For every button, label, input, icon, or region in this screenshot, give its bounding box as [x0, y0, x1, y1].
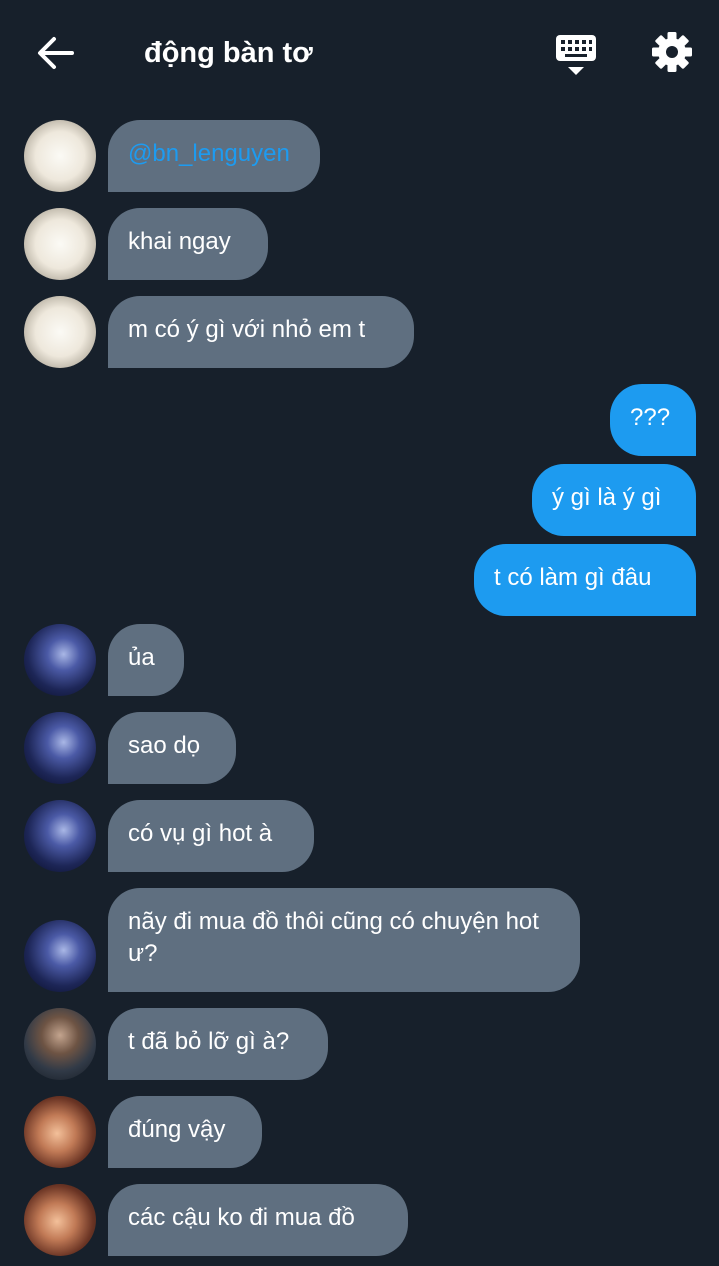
mention-link[interactable]: @bn_lenguyen: [128, 140, 290, 167]
message-bubble[interactable]: sao dọ: [108, 712, 236, 784]
avatar[interactable]: [24, 624, 96, 696]
arrow-left-icon: [38, 37, 74, 69]
message-text: t đã bỏ lỡ gì à?: [128, 1028, 290, 1055]
message-bubble[interactable]: t đã bỏ lỡ gì à?: [108, 1008, 328, 1080]
message-bubble[interactable]: có vụ gì hot à: [108, 800, 314, 872]
message-text: ủa: [128, 644, 155, 671]
message-text: t có làm gì đâu: [494, 564, 652, 591]
message-bubble[interactable]: m có ý gì với nhỏ em t: [108, 296, 414, 368]
message-text: m có ý gì với nhỏ em t: [128, 316, 366, 343]
back-button[interactable]: [34, 34, 76, 72]
message-text: có vụ gì hot à: [128, 820, 273, 847]
message-text: nãy đi mua đồ thôi cũng có chuyện hot ư?: [128, 908, 539, 967]
avatar[interactable]: [24, 1096, 96, 1168]
message-bubble[interactable]: nãy đi mua đồ thôi cũng có chuyện hot ư?: [108, 888, 580, 992]
avatar[interactable]: [24, 920, 96, 992]
message-text: đúng vậy: [128, 1116, 226, 1143]
message-bubble[interactable]: @bn_lenguyen: [108, 120, 320, 192]
message-text: ý gì là ý gì: [552, 484, 662, 511]
avatar[interactable]: [24, 296, 96, 368]
avatar[interactable]: [24, 712, 96, 784]
avatar[interactable]: [24, 800, 96, 872]
avatar[interactable]: [24, 208, 96, 280]
message-text: ???: [630, 404, 671, 431]
message-text: các cậu ko đi mua đồ: [128, 1204, 355, 1231]
message-bubble[interactable]: khai ngay: [108, 208, 268, 280]
message-bubble[interactable]: ???: [610, 384, 696, 456]
keyboard-icon: [556, 35, 596, 75]
avatar[interactable]: [24, 1008, 96, 1080]
settings-button[interactable]: [650, 30, 694, 74]
gear-icon: [652, 32, 692, 72]
conversation-title[interactable]: động bàn tơ: [144, 36, 313, 70]
message-bubble[interactable]: ý gì là ý gì: [532, 464, 696, 536]
message-bubble[interactable]: các cậu ko đi mua đồ: [108, 1184, 408, 1256]
message-bubble[interactable]: ủa: [108, 624, 184, 696]
message-bubble[interactable]: t có làm gì đâu: [474, 544, 696, 616]
avatar[interactable]: [24, 120, 96, 192]
message-text: khai ngay: [128, 228, 231, 255]
avatar[interactable]: [24, 1184, 96, 1256]
chat-header: động bàn tơ: [0, 0, 719, 106]
message-text: sao dọ: [128, 732, 201, 759]
keyboard-button[interactable]: [554, 32, 600, 78]
message-bubble[interactable]: đúng vậy: [108, 1096, 262, 1168]
